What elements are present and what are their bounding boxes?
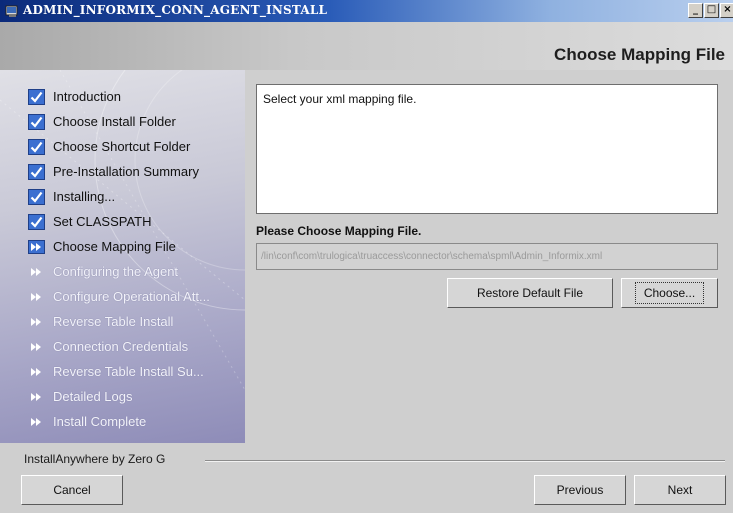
step-item: Installing...: [28, 184, 210, 209]
checkmark-icon: [28, 163, 45, 180]
previous-button[interactable]: Previous: [534, 475, 626, 505]
step-item: Reverse Table Install Su...: [28, 359, 210, 384]
message-text: Select your xml mapping file.: [263, 92, 417, 106]
installer-brand: InstallAnywhere by Zero G: [24, 452, 170, 466]
choose-file-label: Please Choose Mapping File.: [256, 224, 422, 238]
pending-step-arrow-icon: [31, 317, 41, 326]
step-list: Introduction Choose Install Folder Choose …: [28, 84, 210, 434]
restore-default-file-button[interactable]: Restore Default File: [447, 278, 613, 308]
step-item: Choose Install Folder: [28, 109, 210, 134]
step-label: Configuring the Agent: [53, 264, 179, 279]
step-label: Install Complete: [53, 414, 147, 429]
step-item: Reverse Table Install: [28, 309, 210, 334]
checkmark-icon: [28, 213, 45, 230]
checkmark-icon: [28, 188, 45, 205]
mapping-file-path-field[interactable]: /lin\conf\com\trulogica\truaccess\connec…: [256, 243, 718, 270]
step-sidebar: Introduction Choose Install Folder Choose …: [0, 70, 245, 443]
step-label: Choose Install Folder: [53, 114, 176, 129]
step-item: Connection Credentials: [28, 334, 210, 359]
step-item: Configure Operational Att...: [28, 284, 210, 309]
step-label: Choose Mapping File: [53, 239, 176, 254]
step-label: Reverse Table Install: [53, 314, 174, 329]
checkmark-icon: [28, 88, 45, 105]
step-item: Choose Shortcut Folder: [28, 134, 210, 159]
step-label: Detailed Logs: [53, 389, 133, 404]
step-item: Pre-Installation Summary: [28, 159, 210, 184]
step-label: Choose Shortcut Folder: [53, 139, 191, 154]
pending-step-arrow-icon: [31, 292, 41, 301]
step-label: Configure Operational Att...: [53, 289, 210, 304]
window-title: ADMIN_INFORMIX_CONN_AGENT_INSTALL: [23, 3, 328, 17]
mapping-file-path-value: /lin\conf\com\trulogica\truaccess\connec…: [261, 251, 603, 262]
step-item: Install Complete: [28, 409, 210, 434]
step-label: Introduction: [53, 89, 121, 104]
close-button[interactable]: ×: [720, 3, 733, 18]
current-step-arrow-icon: [28, 239, 45, 254]
cancel-button[interactable]: Cancel: [21, 475, 123, 505]
pending-step-arrow-icon: [31, 367, 41, 376]
step-item: Detailed Logs: [28, 384, 210, 409]
checkmark-icon: [28, 138, 45, 155]
step-item: Configuring the Agent: [28, 259, 210, 284]
app-icon: [5, 5, 18, 17]
page-title: Choose Mapping File: [554, 45, 725, 64]
next-button[interactable]: Next: [634, 475, 726, 505]
step-label: Pre-Installation Summary: [53, 164, 199, 179]
title-bar[interactable]: ADMIN_INFORMIX_CONN_AGENT_INSTALL _ □ ×: [0, 0, 733, 22]
step-item: Introduction: [28, 84, 210, 109]
minimize-button[interactable]: _: [688, 3, 703, 18]
step-label: Connection Credentials: [53, 339, 189, 354]
header-strip: Choose Mapping File: [0, 22, 733, 70]
checkmark-icon: [28, 113, 45, 130]
step-label: Reverse Table Install Su...: [53, 364, 204, 379]
pending-step-arrow-icon: [31, 342, 41, 351]
pending-step-arrow-icon: [31, 417, 41, 426]
choose-file-label-text: Choose...: [634, 282, 705, 304]
installer-window: ADMIN_INFORMIX_CONN_AGENT_INSTALL _ □ × …: [0, 0, 733, 513]
step-label: Installing...: [53, 189, 116, 204]
pending-step-arrow-icon: [31, 392, 41, 401]
footer-divider: [205, 460, 725, 462]
maximize-button[interactable]: □: [704, 3, 719, 18]
step-item: Set CLASSPATH: [28, 209, 210, 234]
step-item: Choose Mapping File: [28, 234, 210, 259]
step-label: Set CLASSPATH: [53, 214, 152, 229]
pending-step-arrow-icon: [31, 267, 41, 276]
message-box: Select your xml mapping file.: [256, 84, 718, 214]
choose-file-button[interactable]: Choose...: [621, 278, 718, 308]
